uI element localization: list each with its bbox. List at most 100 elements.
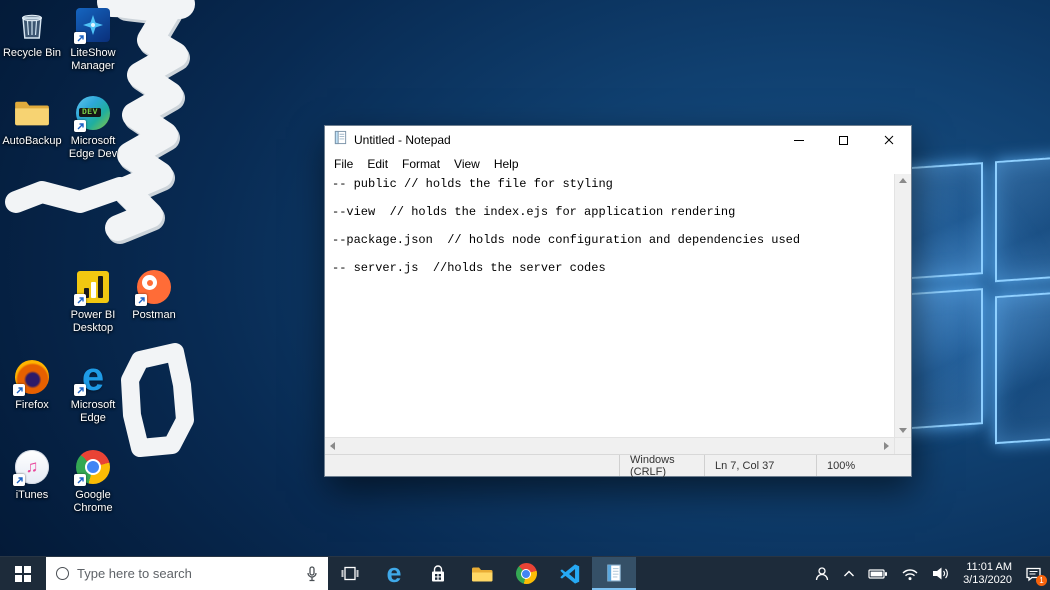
desktop-icon-liteshow-manager[interactable]: LiteShow Manager (62, 6, 124, 73)
desktop-icon-google-chrome[interactable]: Google Chrome (62, 448, 124, 515)
volume-button[interactable] (932, 566, 950, 581)
notepad-window: Untitled - Notepad File Edit Format View… (324, 125, 912, 478)
task-view-icon (341, 566, 359, 581)
vertical-scrollbar[interactable] (894, 174, 911, 437)
desktop-icon-autobackup[interactable]: AutoBackup (1, 94, 63, 148)
menu-format[interactable]: Format (395, 155, 447, 173)
scroll-down-icon[interactable] (899, 428, 907, 433)
action-center-button[interactable]: 1 (1025, 566, 1047, 586)
menu-view[interactable]: View (447, 155, 487, 173)
shortcut-arrow-icon (13, 384, 25, 396)
system-tray: 11:01 AM 3/13/2020 1 (814, 557, 1050, 590)
taskbar-store-button[interactable] (416, 557, 460, 590)
windows-start-icon (15, 565, 31, 582)
itunes-icon: ♫ (13, 448, 51, 486)
desktop-icon-label: iTunes (15, 489, 49, 501)
status-line-ending: Windows (CRLF) (619, 454, 704, 478)
clock-date: 3/13/2020 (963, 573, 1012, 586)
edge-icon: e (74, 357, 112, 397)
status-cursor-position: Ln 7, Col 37 (704, 455, 816, 476)
shortcut-arrow-icon (74, 120, 86, 132)
document-text: -- public // holds the file for styling … (332, 177, 801, 275)
shortcut-arrow-icon (135, 294, 147, 306)
maximize-button[interactable] (821, 126, 866, 154)
liteshow-manager-icon (74, 6, 112, 44)
notepad-icon (607, 564, 621, 581)
menu-edit[interactable]: Edit (360, 155, 395, 173)
desktop-icon-postman[interactable]: Postman (123, 268, 185, 322)
postman-icon (135, 268, 173, 306)
close-icon (884, 135, 893, 145)
status-bar: Windows (CRLF) Ln 7, Col 37 100% (325, 454, 911, 478)
notification-badge: 1 (1036, 574, 1047, 586)
desktop-icon-microsoft-edge[interactable]: e Microsoft Edge (62, 357, 124, 425)
minimize-button[interactable] (776, 126, 821, 154)
close-button[interactable] (866, 126, 911, 154)
clock-time: 11:01 AM (966, 560, 1012, 573)
recycle-bin-icon (13, 6, 51, 44)
status-spacer (325, 455, 619, 476)
scroll-left-icon[interactable] (330, 442, 335, 450)
taskbar-edge-button[interactable]: e (372, 557, 416, 590)
start-button[interactable] (0, 557, 46, 590)
window-title: Untitled - Notepad (354, 133, 451, 147)
taskbar-vscode-button[interactable] (548, 557, 592, 590)
battery-icon (868, 568, 888, 579)
task-view-button[interactable] (328, 557, 372, 590)
search-input[interactable]: Type here to search (46, 557, 328, 590)
titlebar[interactable]: Untitled - Notepad (325, 126, 911, 154)
taskbar: Type here to search e 11:01 AM 3/13/2020… (0, 556, 1050, 590)
chrome-icon (515, 563, 537, 584)
battery-button[interactable] (868, 567, 888, 581)
desktop-icon-power-bi-desktop[interactable]: Power BI Desktop (62, 268, 124, 335)
clock[interactable]: 11:01 AM 3/13/2020 (963, 561, 1012, 587)
taskbar-chrome-button[interactable] (504, 557, 548, 590)
desktop-icon-firefox[interactable]: Firefox (1, 358, 63, 412)
firefox-icon (13, 358, 51, 396)
cortana-search-icon (56, 567, 69, 580)
desktop-icon-microsoft-edge-dev[interactable]: DEV Microsoft Edge Dev (62, 94, 124, 161)
desktop-icon-label: Microsoft Edge (70, 399, 116, 424)
notepad-app-icon (333, 130, 348, 150)
taskbar-notepad-button[interactable] (592, 557, 636, 590)
maximize-icon (839, 135, 848, 145)
desktop-icon-itunes[interactable]: ♫ iTunes (1, 448, 63, 502)
network-button[interactable] (901, 567, 919, 581)
status-zoom-level: 100% (816, 455, 911, 476)
desktop: Recycle Bin LiteShow Manager AutoBackup (0, 0, 1050, 590)
minimize-icon (793, 139, 804, 141)
power-bi-icon (74, 268, 112, 306)
edge-dev-icon: DEV (74, 94, 112, 132)
people-button[interactable] (814, 566, 830, 582)
scroll-right-icon[interactable] (884, 442, 889, 450)
horizontal-scrollbar[interactable] (325, 437, 894, 454)
windows-wallpaper-logo (893, 152, 1050, 445)
scroll-up-icon[interactable] (899, 178, 907, 183)
microphone-icon[interactable] (306, 565, 318, 582)
file-explorer-icon (472, 567, 493, 581)
chrome-icon (74, 448, 112, 486)
shortcut-arrow-icon (74, 32, 86, 44)
wifi-icon (902, 568, 918, 580)
desktop-icon-recycle-bin[interactable]: Recycle Bin (1, 6, 63, 60)
taskbar-file-explorer-button[interactable] (460, 557, 504, 590)
edge-icon: e (386, 558, 402, 588)
shortcut-arrow-icon (13, 474, 25, 486)
menu-help[interactable]: Help (487, 155, 526, 173)
people-icon (815, 566, 829, 580)
logo-pane (995, 152, 1050, 283)
desktop-icon-label: Power BI Desktop (70, 309, 116, 334)
dev-badge: DEV (79, 108, 101, 117)
desktop-icon-label: Firefox (15, 399, 49, 411)
menu-file[interactable]: File (327, 155, 360, 173)
text-editor-area[interactable]: -- public // holds the file for styling … (325, 174, 894, 437)
desktop-icon-label: Google Chrome (73, 489, 113, 514)
desktop-icon-label: Microsoft Edge Dev (68, 135, 118, 160)
logo-pane (995, 287, 1050, 445)
shortcut-arrow-icon (74, 384, 86, 396)
menu-bar: File Edit Format View Help (325, 154, 911, 174)
show-hidden-icons-button[interactable] (843, 569, 855, 578)
vscode-icon (560, 563, 580, 584)
desktop-icon-label: AutoBackup (2, 135, 62, 147)
shortcut-arrow-icon (74, 294, 86, 306)
